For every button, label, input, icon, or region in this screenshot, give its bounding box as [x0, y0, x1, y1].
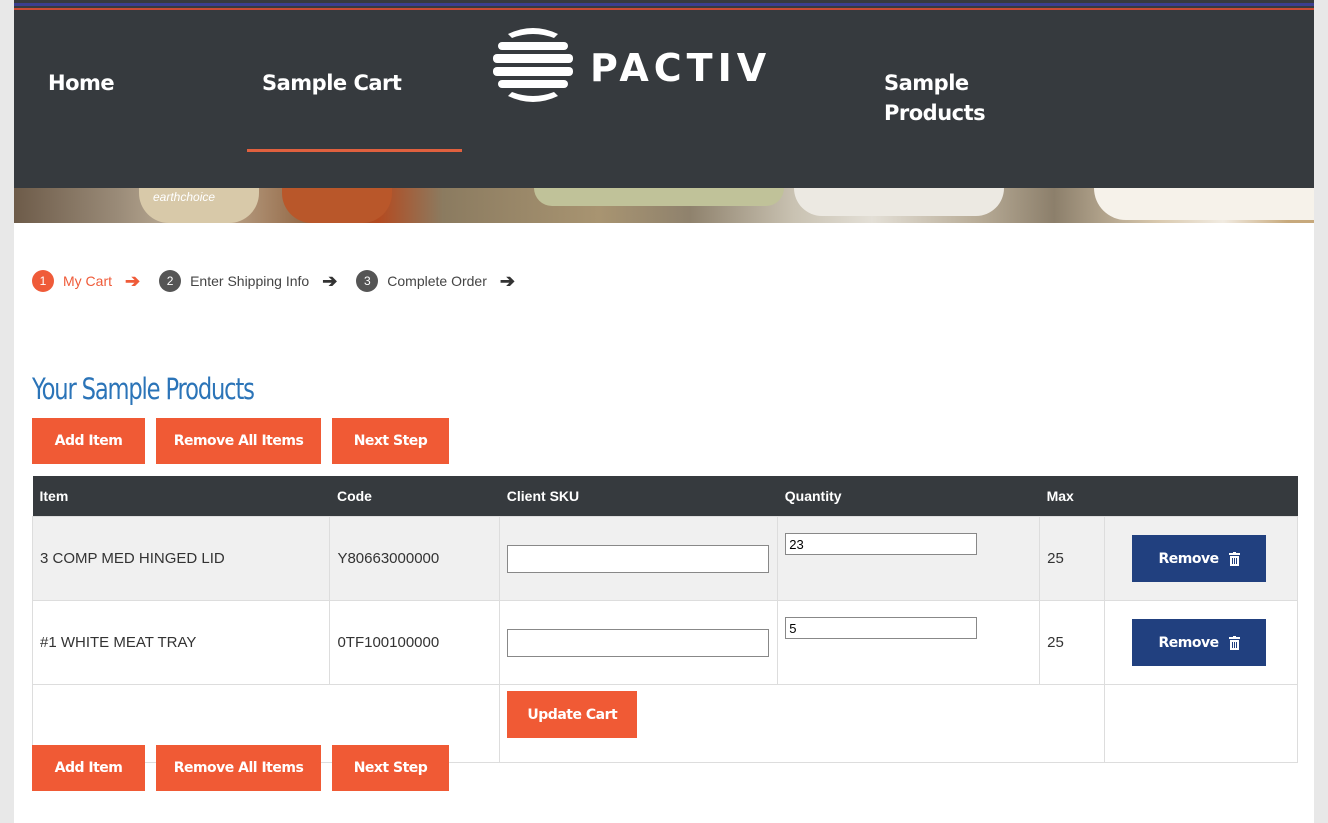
banner-container-green	[534, 188, 784, 206]
header-actions	[1104, 476, 1298, 517]
quantity-input[interactable]	[785, 617, 978, 639]
nav-sample-products[interactable]: Sample Products	[884, 68, 1024, 128]
quantity-input[interactable]	[785, 533, 978, 555]
trash-icon	[1228, 635, 1240, 650]
add-item-button[interactable]: Add Item	[32, 418, 145, 464]
footer-empty-cell	[1104, 684, 1298, 763]
top-accent-blue	[14, 3, 1314, 6]
arrow-right-icon: ➔	[499, 270, 515, 291]
pactiv-logo-text[interactable]: PACTIV	[590, 46, 771, 90]
table-header: Item Code Client SKU Quantity Max	[32, 476, 1298, 517]
banner-label: earthchoice	[153, 190, 216, 204]
main-nav: Home Sample Cart PACTIV Sample Products	[14, 12, 1314, 188]
step-2-number: 2	[159, 270, 182, 292]
cart-table: Item Code Client SKU Quantity Max 3 COMP…	[31, 476, 1298, 763]
nav-sample-products-line2: Products	[884, 101, 986, 125]
nav-home[interactable]: Home	[48, 68, 115, 98]
remove-button[interactable]: Remove	[1132, 535, 1267, 582]
update-cart-button[interactable]: Update Cart	[507, 691, 638, 738]
step-1-label: My Cart	[63, 273, 112, 289]
add-item-button[interactable]: Add Item	[32, 745, 145, 791]
trash-icon	[1228, 551, 1240, 566]
step-3-label: Complete Order	[387, 273, 487, 289]
top-accent-line	[14, 0, 1314, 12]
next-step-button[interactable]: Next Step	[332, 418, 449, 464]
step-1-number: 1	[32, 270, 54, 292]
banner-bowl	[794, 188, 1004, 216]
client-sku-input[interactable]	[507, 628, 770, 657]
remove-all-items-button[interactable]: Remove All Items	[156, 418, 321, 464]
remove-button-label: Remove	[1158, 550, 1219, 567]
remove-all-items-button[interactable]: Remove All Items	[156, 745, 321, 791]
cell-actions: Remove	[1104, 516, 1298, 601]
footer-update-cell: Update Cart	[499, 684, 1106, 763]
page: Home Sample Cart PACTIV Sample Products …	[14, 0, 1314, 823]
page-title: Your Sample Products	[32, 372, 255, 406]
remove-button[interactable]: Remove	[1132, 619, 1267, 666]
arrow-right-icon: ➔	[322, 270, 338, 291]
cell-quantity	[777, 600, 1041, 685]
table-row: #1 WHITE MEAT TRAY 0TF100100000 25 Remov…	[31, 600, 1298, 685]
cell-code: Y80663000000	[329, 516, 501, 601]
next-step-button[interactable]: Next Step	[332, 745, 449, 791]
cell-quantity	[777, 516, 1041, 601]
header-client-sku: Client SKU	[499, 476, 778, 517]
step-2-label: Enter Shipping Info	[190, 273, 310, 289]
cell-actions: Remove	[1104, 600, 1298, 685]
header-quantity: Quantity	[777, 476, 1040, 517]
pactiv-globe-logo-icon[interactable]	[488, 24, 578, 106]
top-accent-red	[14, 8, 1314, 10]
cell-item: 3 COMP MED HINGED LID	[31, 516, 331, 601]
table-row: 3 COMP MED HINGED LID Y80663000000 25 Re…	[31, 516, 1298, 601]
header-code: Code	[329, 476, 500, 517]
cell-code: 0TF100100000	[329, 600, 501, 685]
nav-active-underline	[247, 149, 462, 152]
cell-max: 25	[1039, 600, 1106, 685]
remove-button-label: Remove	[1158, 634, 1219, 651]
cell-max: 25	[1039, 516, 1106, 601]
header-max: Max	[1039, 476, 1105, 517]
banner-container-earthchoice: earthchoice	[139, 188, 259, 223]
hero-banner-image: earthchoice	[14, 188, 1314, 223]
client-sku-input[interactable]	[507, 544, 770, 573]
banner-plate	[1094, 188, 1314, 220]
nav-sample-cart[interactable]: Sample Cart	[262, 68, 402, 98]
nav-sample-products-line1: Sample	[884, 71, 969, 95]
checkout-steps: 1 My Cart ➔ 2 Enter Shipping Info ➔ 3 Co…	[32, 268, 534, 294]
cell-client-sku	[499, 516, 779, 601]
cell-item: #1 WHITE MEAT TRAY	[31, 600, 331, 685]
cell-client-sku	[499, 600, 779, 685]
step-3-number: 3	[356, 270, 379, 292]
arrow-right-icon: ➔	[125, 270, 141, 291]
header-item: Item	[32, 476, 330, 517]
banner-container-orange	[282, 188, 392, 223]
